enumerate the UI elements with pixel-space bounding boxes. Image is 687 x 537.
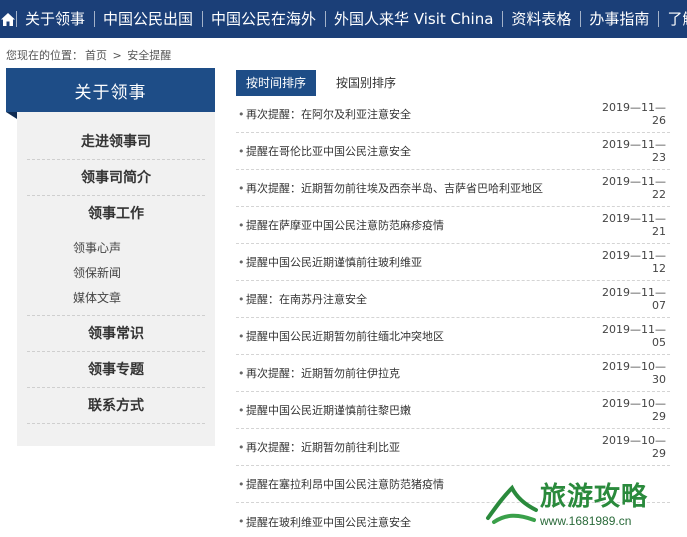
nav-visit-china[interactable]: 外国人来华 Visit China — [325, 0, 502, 38]
list-item-date: 2019—11—07 — [602, 286, 666, 312]
list-item[interactable]: • 提醒中国公民近期谨慎前往黎巴嫩 2019—10—29 — [236, 392, 670, 429]
nav-citizens-overseas[interactable]: 中国公民在海外 — [202, 0, 325, 38]
breadcrumb: 您现在的位置： 首页 > 安全提醒 — [6, 47, 173, 63]
list-item-title[interactable]: 提醒：在南苏丹注意安全 — [246, 291, 590, 307]
bullet-icon: • — [238, 144, 245, 158]
bullet-icon: • — [238, 366, 245, 380]
sidebar-item-contact[interactable]: 联系方式 — [27, 388, 205, 424]
sidebar-item-dept-intro[interactable]: 领事司简介 — [27, 160, 205, 196]
list-item[interactable]: • 提醒在哥伦比亚中国公民注意安全 2019—11—23 — [236, 133, 670, 170]
bullet-icon: • — [238, 292, 245, 306]
mountain-logo-icon — [486, 484, 538, 524]
list-item-title[interactable]: 提醒在萨摩亚中国公民注意防范麻疹疫情 — [246, 217, 590, 233]
list-item-title[interactable]: 再次提醒：近期暂勿前往利比亚 — [246, 439, 590, 455]
bullet-icon: • — [238, 255, 245, 269]
top-navigation: 关于领事 中国公民出国 中国公民在海外 外国人来华 Visit China 资料… — [0, 0, 687, 38]
nav-forms[interactable]: 资料表格 — [502, 0, 580, 38]
nav-citizens-abroad-travel[interactable]: 中国公民出国 — [94, 0, 202, 38]
list-item[interactable]: • 提醒：在南苏丹注意安全 2019—11—07 — [236, 281, 670, 318]
list-item-date: 2019—10—29 — [602, 397, 666, 423]
watermark-logo: 旅游攻略 www.1681989.cn — [484, 470, 684, 534]
list-item-date: 2019—10—29 — [602, 434, 666, 460]
sidebar-menu: 走进领事司 领事司简介 领事工作 领事心声 领保新闻 媒体文章 领事常识 领事专… — [17, 124, 215, 424]
breadcrumb-prefix: 您现在的位置： — [6, 49, 83, 62]
watermark-title: 旅游攻略 — [540, 482, 649, 512]
sidebar-submenu: 领事心声 领保新闻 媒体文章 — [27, 232, 205, 316]
sidebar: 关于领事 走进领事司 领事司简介 领事工作 领事心声 领保新闻 媒体文章 领事常… — [6, 68, 215, 446]
list-item[interactable]: • 再次提醒：在阿尔及利亚注意安全 2019—11—26 — [236, 96, 670, 133]
sidebar-item-about-dept[interactable]: 走进领事司 — [27, 124, 205, 160]
breadcrumb-home-link[interactable]: 首页 — [85, 49, 107, 62]
nav-guide[interactable]: 办事指南 — [580, 0, 658, 38]
sidebar-subitem-voice[interactable]: 领事心声 — [27, 236, 205, 261]
list-item-title[interactable]: 提醒在哥伦比亚中国公民注意安全 — [246, 143, 590, 159]
breadcrumb-separator: > — [112, 49, 122, 62]
list-item-date: 2019—10—30 — [602, 360, 666, 386]
list-item[interactable]: • 提醒在萨摩亚中国公民注意防范麻疹疫情 2019—11—21 — [236, 207, 670, 244]
nav-more[interactable]: 了解目 — [658, 0, 687, 38]
sidebar-item-consular-work[interactable]: 领事工作 — [27, 196, 205, 232]
nav-about-consular[interactable]: 关于领事 — [16, 0, 94, 38]
list-item-title[interactable]: 再次提醒：在阿尔及利亚注意安全 — [246, 106, 590, 122]
list-item-date: 2019—11—22 — [602, 175, 666, 201]
sidebar-subitem-news[interactable]: 领保新闻 — [27, 261, 205, 286]
watermark-url: www.1681989.cn — [540, 514, 632, 528]
breadcrumb-current: 安全提醒 — [127, 49, 172, 62]
list-item[interactable]: • 提醒中国公民近期暂勿前往缅北冲突地区 2019—11—05 — [236, 318, 670, 355]
sidebar-heading: 关于领事 — [6, 68, 215, 119]
list-item-title[interactable]: 再次提醒：近期暂勿前往伊拉克 — [246, 365, 590, 381]
list-item[interactable]: • 再次提醒：近期暂勿前往伊拉克 2019—10—30 — [236, 355, 670, 392]
list-item-title[interactable]: 再次提醒：近期暂勿前往埃及西奈半岛、吉萨省巴哈利亚地区 — [246, 180, 590, 196]
home-icon[interactable] — [0, 0, 16, 38]
sidebar-item-common-knowledge[interactable]: 领事常识 — [27, 316, 205, 352]
list-item[interactable]: • 再次提醒：近期暂勿前往埃及西奈半岛、吉萨省巴哈利亚地区 2019—11—22 — [236, 170, 670, 207]
sort-tabs: 按时间排序 按国别排序 — [236, 70, 406, 96]
list-item-title[interactable]: 提醒中国公民近期谨慎前往黎巴嫩 — [246, 402, 590, 418]
list-item-title[interactable]: 提醒中国公民近期暂勿前往缅北冲突地区 — [246, 328, 590, 344]
bullet-icon: • — [238, 107, 245, 121]
list-item-date: 2019—11—26 — [602, 101, 666, 127]
bullet-icon: • — [238, 181, 245, 195]
bullet-icon: • — [238, 515, 245, 528]
list-item[interactable]: • 提醒中国公民近期谨慎前往玻利维亚 2019—11—12 — [236, 244, 670, 281]
list-item[interactable]: • 再次提醒：近期暂勿前往利比亚 2019—10—29 — [236, 429, 670, 466]
bullet-icon: • — [238, 218, 245, 232]
list-item-date: 2019—11—12 — [602, 249, 666, 275]
list-item-date: 2019—11—21 — [602, 212, 666, 238]
bullet-icon: • — [238, 440, 245, 454]
tab-sort-by-time[interactable]: 按时间排序 — [236, 70, 317, 96]
list-item-date: 2019—11—05 — [602, 323, 666, 349]
list-item-title[interactable]: 提醒中国公民近期谨慎前往玻利维亚 — [246, 254, 590, 270]
tab-sort-by-country[interactable]: 按国别排序 — [326, 70, 406, 96]
bullet-icon: • — [238, 329, 245, 343]
bullet-icon: • — [238, 477, 245, 491]
sidebar-item-special-topics[interactable]: 领事专题 — [27, 352, 205, 388]
list-item-date: 2019—11—23 — [602, 138, 666, 164]
sidebar-subitem-media[interactable]: 媒体文章 — [27, 286, 205, 311]
bullet-icon: • — [238, 403, 245, 417]
